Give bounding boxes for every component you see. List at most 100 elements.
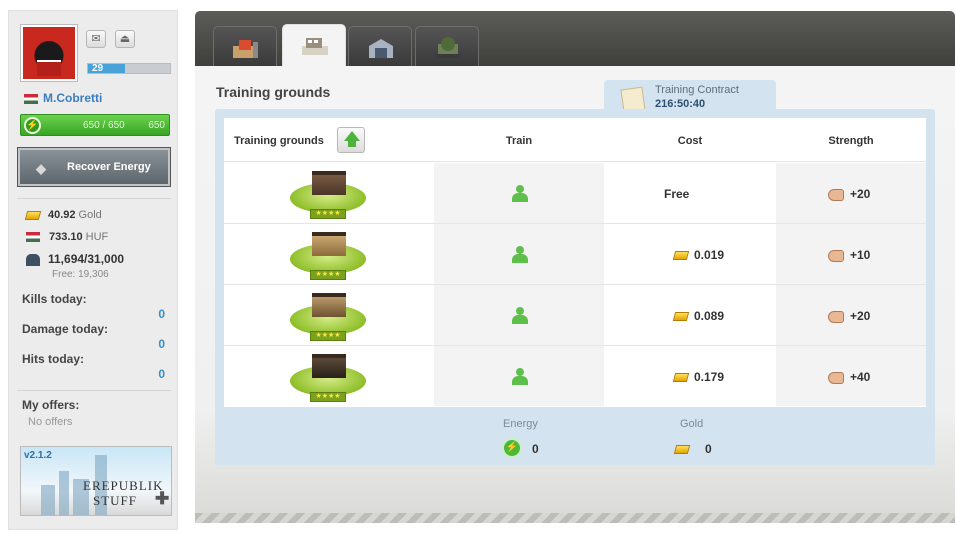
energy-icon: ⚡ [24, 117, 41, 134]
training-ground-2-image: ★★★★ [290, 230, 366, 280]
level-number: 29 [92, 63, 104, 74]
total-energy-label: Energy [503, 418, 538, 430]
recover-energy-button[interactable]: ◆ Recover Energy [17, 147, 171, 187]
training-ground-icon [302, 38, 328, 55]
arrow-stem [348, 141, 356, 147]
hits-value: 0 [158, 367, 165, 381]
training-panel: Training grounds Train Cost Strength ★★★… [215, 109, 935, 465]
plus-icon: ✚ [155, 489, 170, 508]
strength-value: +10 [828, 248, 870, 262]
table-row: ★★★★ 0.089 +20 [224, 285, 926, 346]
gold-icon [672, 251, 690, 261]
tab-bar [195, 11, 955, 66]
quality-stars: ★★★★ [310, 270, 346, 280]
cost-value: 0.019 [672, 248, 725, 262]
table-row: ★★★★ 0.179 +40 [224, 346, 926, 407]
train-button[interactable] [512, 368, 528, 385]
username-text[interactable]: M.Cobretti [43, 91, 102, 105]
table-header: Training grounds Train Cost Strength [224, 118, 926, 162]
header-cost: Cost [677, 135, 703, 147]
hungary-flag-icon [24, 93, 38, 104]
strength-icon [828, 249, 844, 262]
energy-icon: ⚡ [502, 438, 522, 458]
avatar[interactable] [20, 24, 78, 82]
total-gold-value: 0 [705, 442, 712, 456]
tab-storage[interactable] [348, 26, 412, 66]
warehouse-icon [369, 39, 393, 58]
quality-stars: ★★★★ [310, 209, 346, 219]
strength-value: +20 [828, 309, 870, 323]
username-link[interactable]: M.Cobretti [24, 91, 102, 105]
damage-label: Damage today: [22, 322, 109, 336]
train-button[interactable] [512, 246, 528, 263]
page-title: Training grounds [216, 84, 331, 100]
training-ground-4-image: ★★★★ [290, 352, 366, 402]
energy-max: 650 [148, 120, 165, 131]
training-table: Training grounds Train Cost Strength ★★★… [224, 118, 926, 407]
huf-value: 733.10 [49, 231, 83, 243]
alerts-icon[interactable]: ⏏ [115, 30, 135, 48]
kills-value: 0 [158, 307, 165, 321]
banner-title: EREPUBLIK [83, 478, 164, 493]
train-button[interactable] [512, 307, 528, 324]
sidebar: ✉ ⏏ 29 M.Cobretti ⚡ 650 / 650 650 ◆ Reco… [8, 10, 178, 530]
bottom-stripe [195, 513, 955, 523]
food-icon: ◆ [36, 161, 46, 176]
recover-energy-label: Recover Energy [67, 161, 151, 173]
header-train: Train [505, 135, 533, 147]
training-ground-3-image: ★★★★ [290, 291, 366, 341]
arrow-up-icon [344, 131, 360, 141]
strength-text: +20 [850, 309, 871, 323]
header-grounds: Training grounds [234, 135, 324, 147]
storage-icon [26, 253, 40, 266]
main-panel: Training grounds Training Contract 216:5… [195, 11, 955, 523]
gold-icon [24, 210, 42, 220]
storage-value: 11,694/31,000 [48, 252, 125, 266]
divider [17, 198, 171, 199]
cost-text: 0.179 [694, 370, 725, 384]
train-button[interactable] [512, 185, 528, 202]
cost-text: 0.089 [694, 309, 725, 323]
strength-text: +40 [850, 370, 871, 384]
gold-balance: 40.92 Gold [24, 209, 102, 221]
gold-icon [672, 373, 690, 383]
hungary-flag-icon [26, 232, 40, 243]
tab-companies[interactable] [213, 26, 277, 66]
kills-label: Kills today: [22, 292, 87, 306]
gold-icon [673, 445, 691, 454]
cost-value: 0.179 [672, 370, 725, 384]
strength-icon [828, 188, 844, 201]
gold-icon [672, 312, 690, 322]
strength-text: +10 [850, 248, 871, 262]
cost-text: 0.019 [694, 248, 725, 262]
tab-military[interactable] [415, 26, 479, 66]
strength-icon [828, 310, 844, 323]
strength-text: +20 [850, 187, 871, 201]
damage-value: 0 [158, 337, 165, 351]
huf-balance: 733.10 HUF [26, 231, 108, 243]
table-row: ★★★★ Free +20 [224, 163, 926, 224]
strength-value: +20 [828, 187, 870, 201]
cost-value: Free [664, 187, 689, 201]
header-strength: Strength [828, 135, 874, 147]
gold-unit: Gold [78, 209, 102, 221]
training-ground-1-image: ★★★★ [290, 169, 366, 219]
table-row: ★★★★ 0.019 +10 [224, 224, 926, 285]
strength-icon [828, 371, 844, 384]
total-energy-value: 0 [532, 442, 539, 456]
erepublik-stuff-banner[interactable]: v2.1.2 EREPUBLIK STUFF ✚ [20, 446, 172, 516]
banner-building [59, 471, 69, 515]
storage-free: Free: 19,306 [52, 269, 109, 280]
tab-training[interactable] [282, 24, 346, 66]
huf-unit: HUF [85, 231, 109, 243]
messages-icon[interactable]: ✉ [86, 30, 106, 48]
banner-version: v2.1.2 [24, 450, 52, 461]
divider [17, 390, 171, 391]
contract-label: Training Contract [655, 84, 739, 96]
banner-subtitle: STUFF [93, 493, 138, 508]
strength-value: +40 [828, 370, 870, 384]
banner-building [41, 485, 55, 515]
energy-text: 650 / 650 [83, 120, 125, 131]
storage-balance[interactable]: 11,694/31,000 [26, 252, 124, 266]
upgrade-button[interactable] [337, 127, 365, 153]
